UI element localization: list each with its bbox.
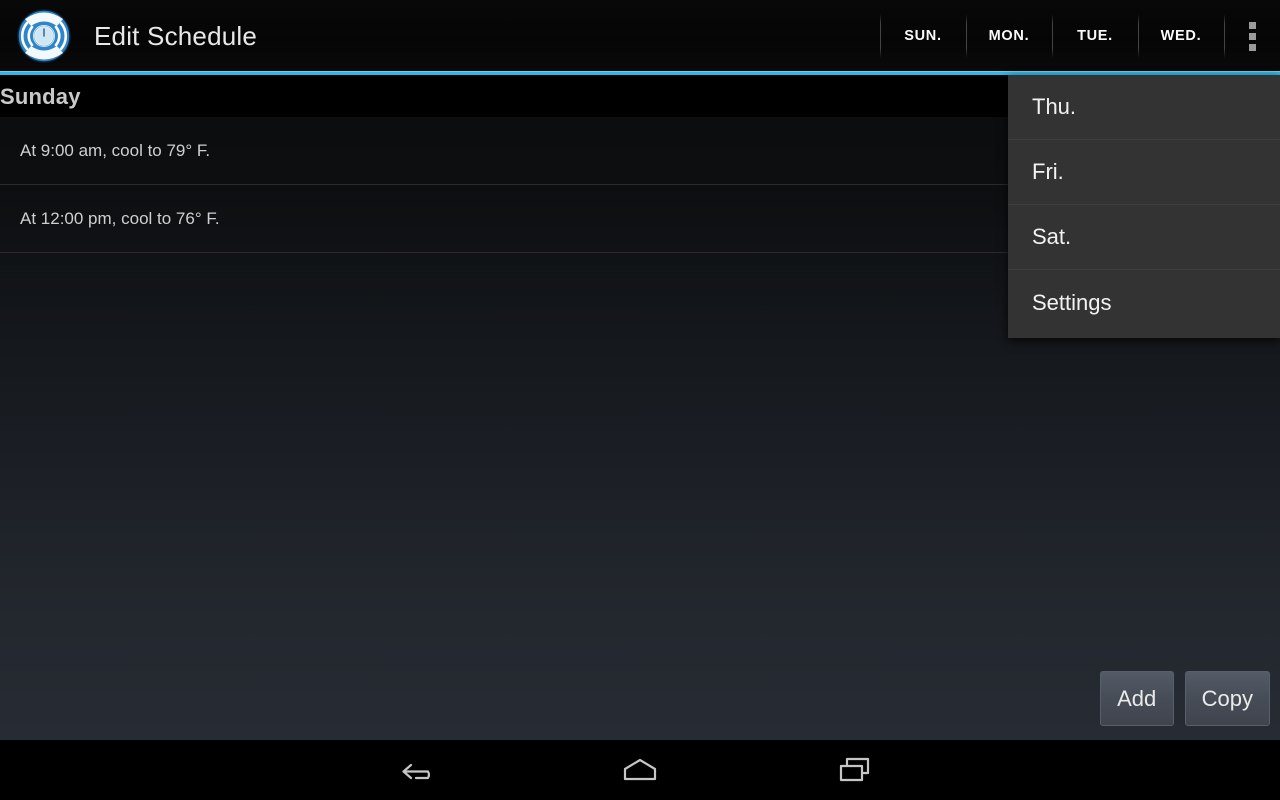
android-navigation-bar <box>0 740 1280 800</box>
action-bar: Edit Schedule SUN. MON. TUE. WED. <box>0 0 1280 72</box>
recents-icon[interactable] <box>748 740 964 800</box>
android-app-window: Edit Schedule SUN. MON. TUE. WED. Sunday… <box>0 0 1280 800</box>
home-icon[interactable] <box>532 740 748 800</box>
schedule-row-text: At 12:00 pm, cool to 76° F. <box>20 208 220 228</box>
overflow-dot <box>1248 43 1256 51</box>
menu-item-label: Sat. <box>1032 224 1072 249</box>
tab-wednesday[interactable]: WED. <box>1138 0 1224 72</box>
footer-button-bar: Add Copy <box>1099 671 1270 726</box>
day-tab-bar: SUN. MON. TUE. WED. <box>880 0 1280 72</box>
thermostat-dial-icon <box>16 8 72 64</box>
accent-highlight <box>0 71 1280 72</box>
menu-item-thursday[interactable]: Thu. <box>1008 75 1280 140</box>
schedule-row-text: At 9:00 am, cool to 79° F. <box>20 140 211 160</box>
menu-item-label: Settings <box>1032 289 1112 315</box>
tab-label: WED. <box>1160 28 1202 44</box>
menu-item-label: Fri. <box>1032 159 1064 184</box>
add-button[interactable]: Add <box>1099 671 1174 726</box>
overflow-dropdown-menu: Thu. Fri. Sat. Settings <box>1008 75 1280 338</box>
overflow-menu-icon[interactable] <box>1224 0 1280 72</box>
overflow-dot <box>1248 21 1256 29</box>
back-icon[interactable] <box>316 740 532 800</box>
tab-monday[interactable]: MON. <box>966 0 1052 72</box>
menu-item-friday[interactable]: Fri. <box>1008 140 1280 205</box>
overflow-dot <box>1248 32 1256 40</box>
page-title: Edit Schedule <box>94 20 258 51</box>
copy-button[interactable]: Copy <box>1184 671 1270 726</box>
tab-label: SUN. <box>904 28 942 44</box>
menu-item-label: Thu. <box>1032 94 1077 119</box>
menu-item-settings[interactable]: Settings <box>1008 270 1280 335</box>
tab-tuesday[interactable]: TUE. <box>1052 0 1138 72</box>
tab-label: TUE. <box>1077 28 1113 44</box>
tab-label: MON. <box>988 28 1030 44</box>
tab-sunday[interactable]: SUN. <box>880 0 966 72</box>
menu-item-saturday[interactable]: Sat. <box>1008 205 1280 270</box>
